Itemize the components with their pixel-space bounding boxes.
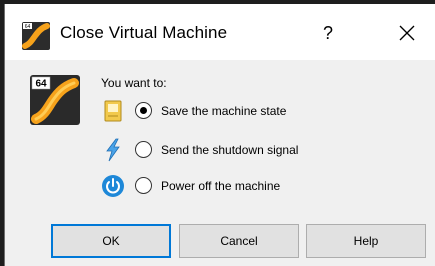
cancel-button[interactable]: Cancel	[179, 224, 299, 258]
help-button[interactable]: Help	[306, 224, 426, 258]
option-label: Send the shutdown signal	[161, 143, 299, 157]
save-state-icon	[104, 100, 122, 122]
power-off-radio[interactable]	[135, 177, 152, 194]
option-label: Save the machine state	[161, 104, 287, 118]
close-vm-dialog: 64 Close Virtual Machine ? 64 You want t…	[4, 4, 435, 266]
title-help-button[interactable]: ?	[313, 18, 343, 48]
dialog-body: 64 You want to: Save the machine state S…	[5, 60, 435, 266]
save-state-radio[interactable]	[135, 102, 152, 119]
lightning-icon	[106, 138, 120, 162]
power-off-icon	[102, 175, 124, 197]
option-label: Power off the machine	[161, 179, 281, 193]
svg-text:64: 64	[25, 24, 31, 30]
close-icon[interactable]	[392, 18, 422, 48]
virtualbox-app-icon: 64	[22, 22, 50, 50]
shutdown-signal-radio[interactable]	[135, 141, 152, 158]
ok-button[interactable]: OK	[51, 224, 171, 258]
title-bar: 64 Close Virtual Machine ?	[5, 4, 435, 60]
radio-selected-dot	[140, 107, 147, 114]
prompt-label: You want to:	[101, 76, 167, 90]
dialog-title: Close Virtual Machine	[60, 23, 228, 42]
vm-badge: 64	[35, 79, 47, 90]
vm-64bit-icon: 64	[30, 75, 80, 125]
